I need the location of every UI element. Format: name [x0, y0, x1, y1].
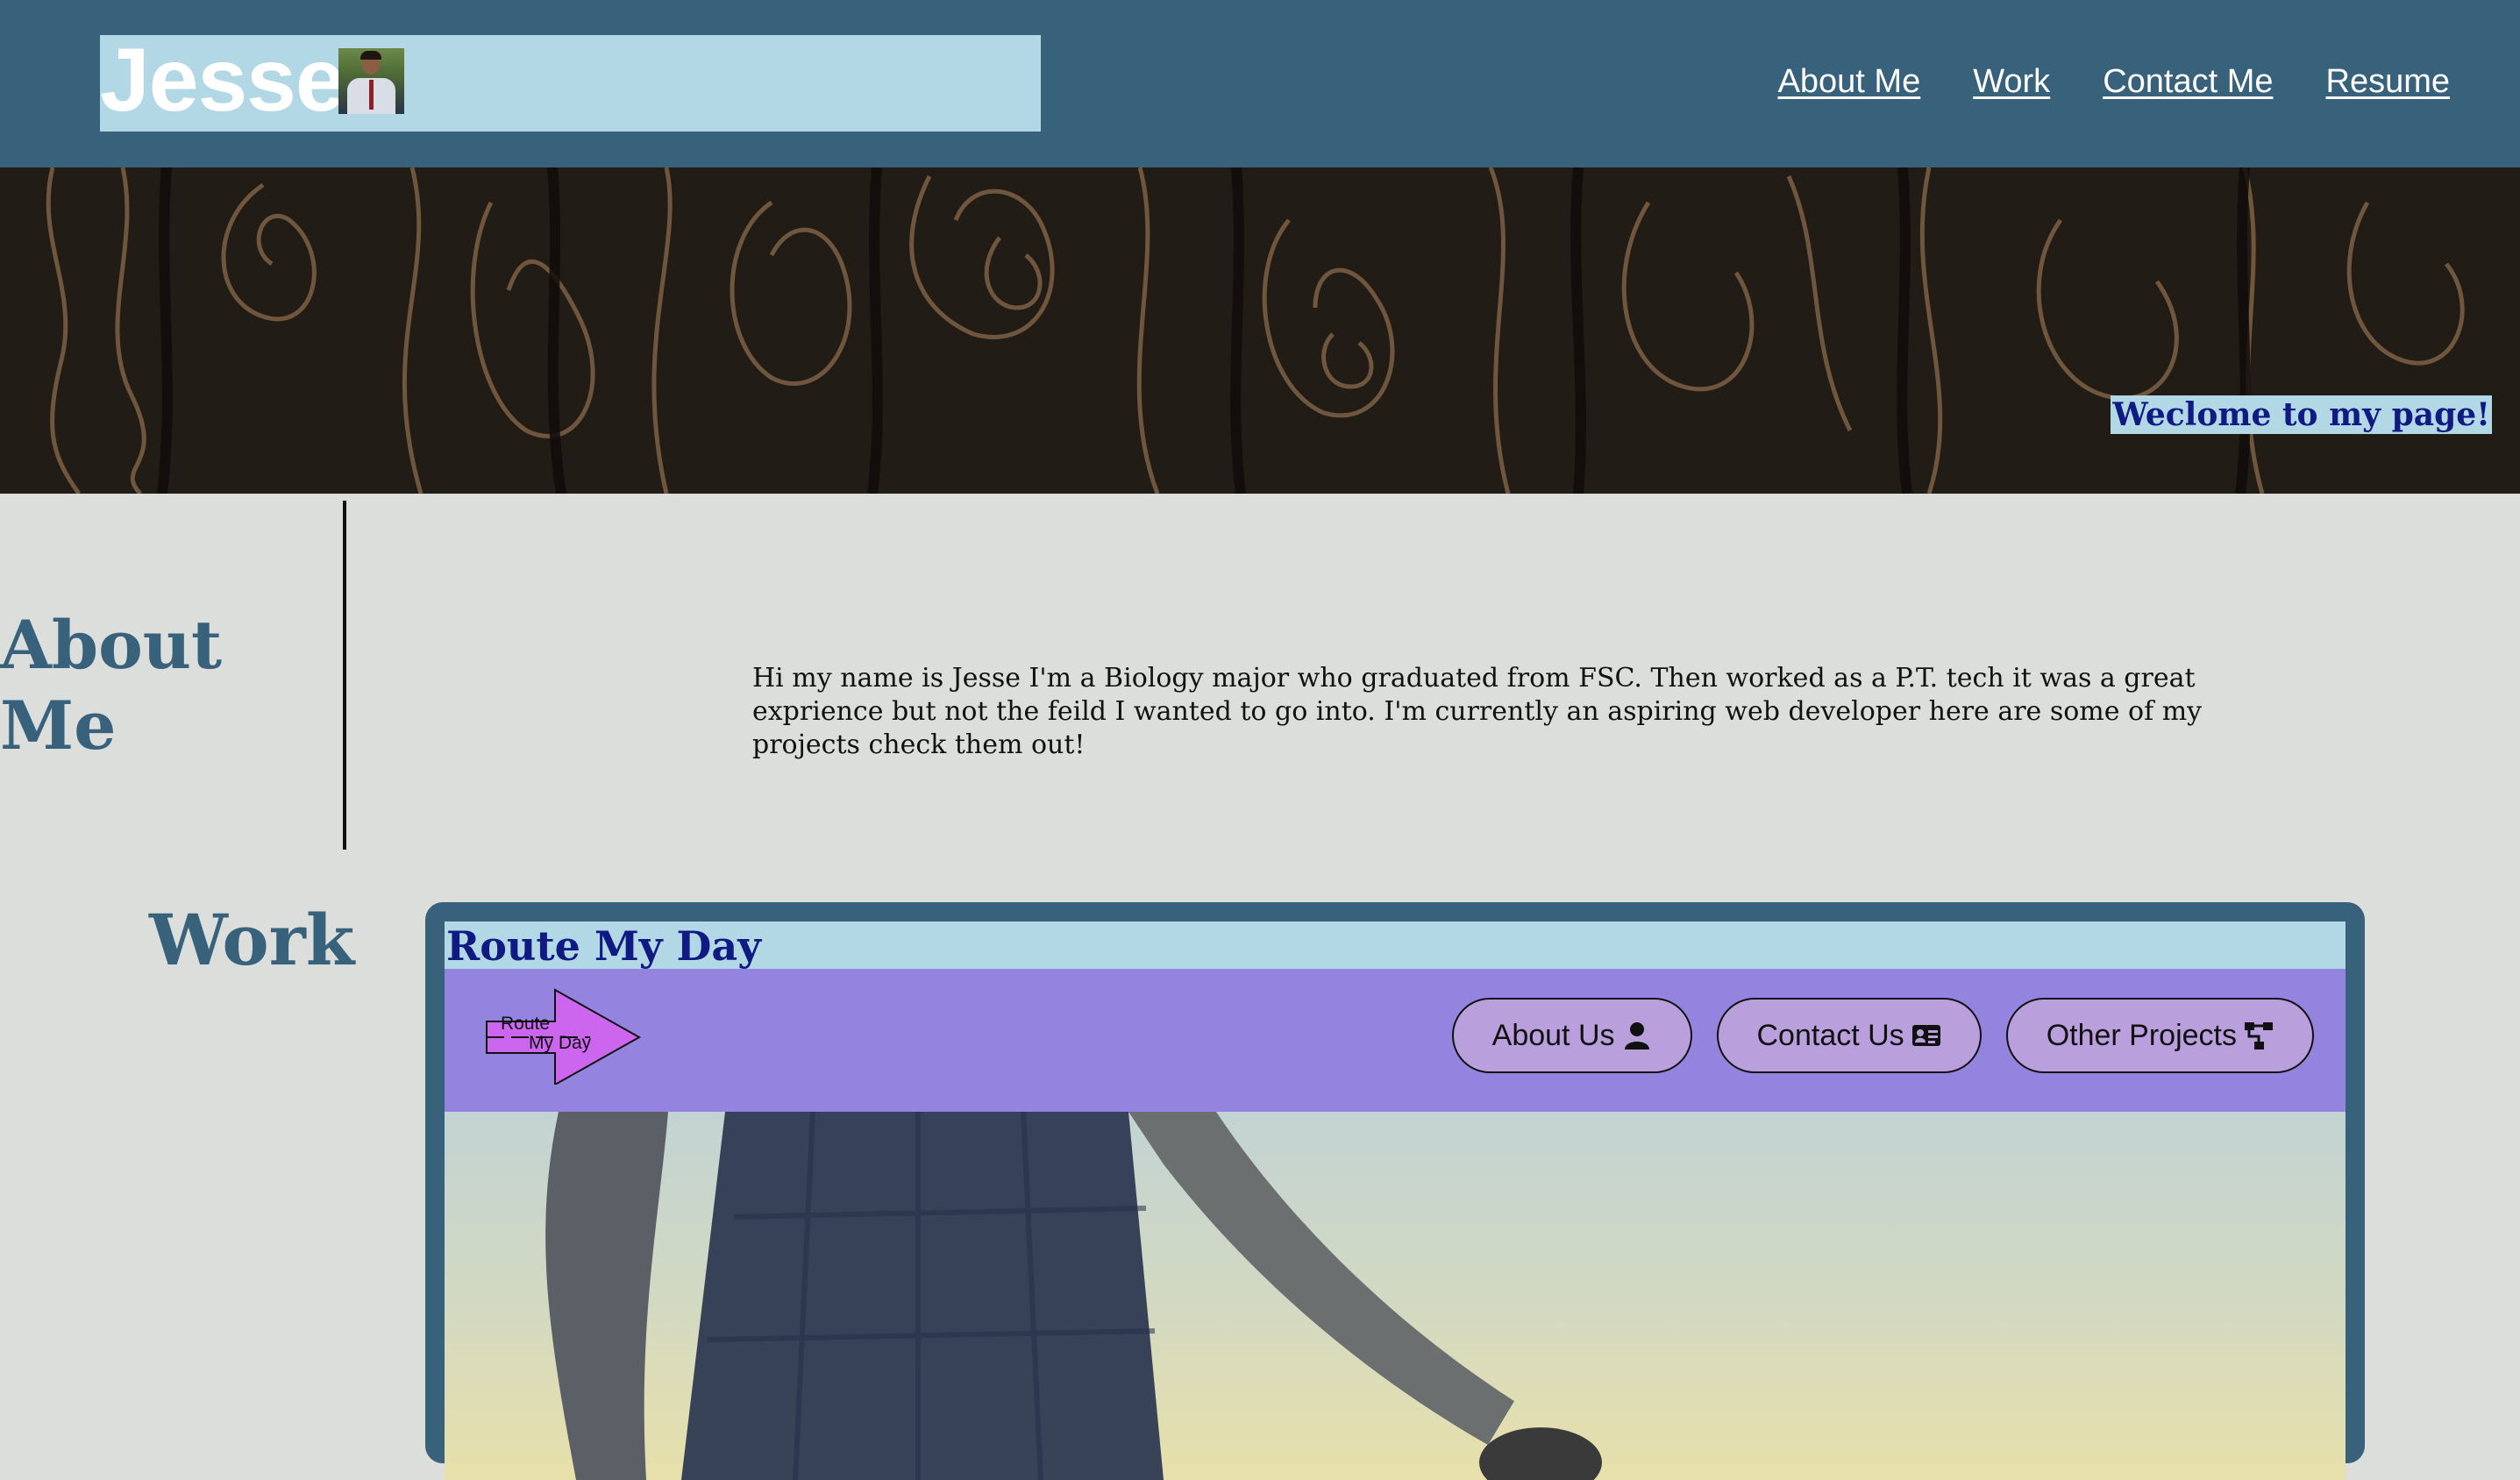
brand-name: Jesse — [100, 30, 345, 130]
project-title[interactable]: Route My Day — [445, 921, 2346, 970]
project-hero-image — [445, 1112, 2346, 1480]
hero-banner: Weclome to my page! — [0, 167, 2520, 494]
project-navbar: Route My Day About Us Contact Us Other P… — [445, 969, 2346, 1112]
person-photo — [445, 1112, 2346, 1480]
project-nav-buttons: About Us Contact Us Other Projects — [1451, 998, 2314, 1073]
brand-banner: Jesse — [100, 30, 1041, 132]
main-nav: About Me Work Contact Me Resume — [1778, 61, 2450, 102]
id-card-icon — [1911, 1025, 1940, 1046]
nav-link-resume[interactable]: Resume — [2326, 61, 2451, 102]
welcome-message: Weclome to my page! — [2111, 395, 2492, 434]
about-description: Hi my name is Jesse I'm a Biology major … — [752, 663, 2203, 760]
other-projects-button[interactable]: Other Projects — [2005, 998, 2314, 1073]
about-us-button[interactable]: About Us — [1451, 998, 1692, 1073]
user-icon — [1624, 1022, 1649, 1050]
logo-text-my-day: My Day — [529, 1033, 592, 1053]
project-card: Route My Day Route My Day About Us Conta… — [425, 902, 2365, 1480]
site-header: Jesse About Me Work Contact Me Resume — [0, 0, 2520, 167]
nav-link-work[interactable]: Work — [1973, 61, 2050, 102]
section-divider — [343, 501, 346, 850]
nav-link-contact-me[interactable]: Contact Me — [2103, 61, 2273, 102]
other-projects-label: Other Projects — [2046, 1018, 2237, 1052]
work-heading: Work — [149, 899, 355, 981]
logo-text-route: Route — [501, 1014, 551, 1034]
contact-us-label: Contact Us — [1756, 1018, 1904, 1052]
sitemap-icon — [2245, 1022, 2273, 1050]
nav-link-about-me[interactable]: About Me — [1778, 61, 1921, 102]
wood-grain-background — [0, 167, 2520, 494]
profile-avatar — [338, 48, 404, 114]
about-us-label: About Us — [1491, 1018, 1615, 1052]
route-my-day-logo[interactable]: Route My Day — [485, 988, 643, 1088]
contact-us-button[interactable]: Contact Us — [1716, 998, 1982, 1073]
about-heading: About Me — [0, 606, 223, 765]
